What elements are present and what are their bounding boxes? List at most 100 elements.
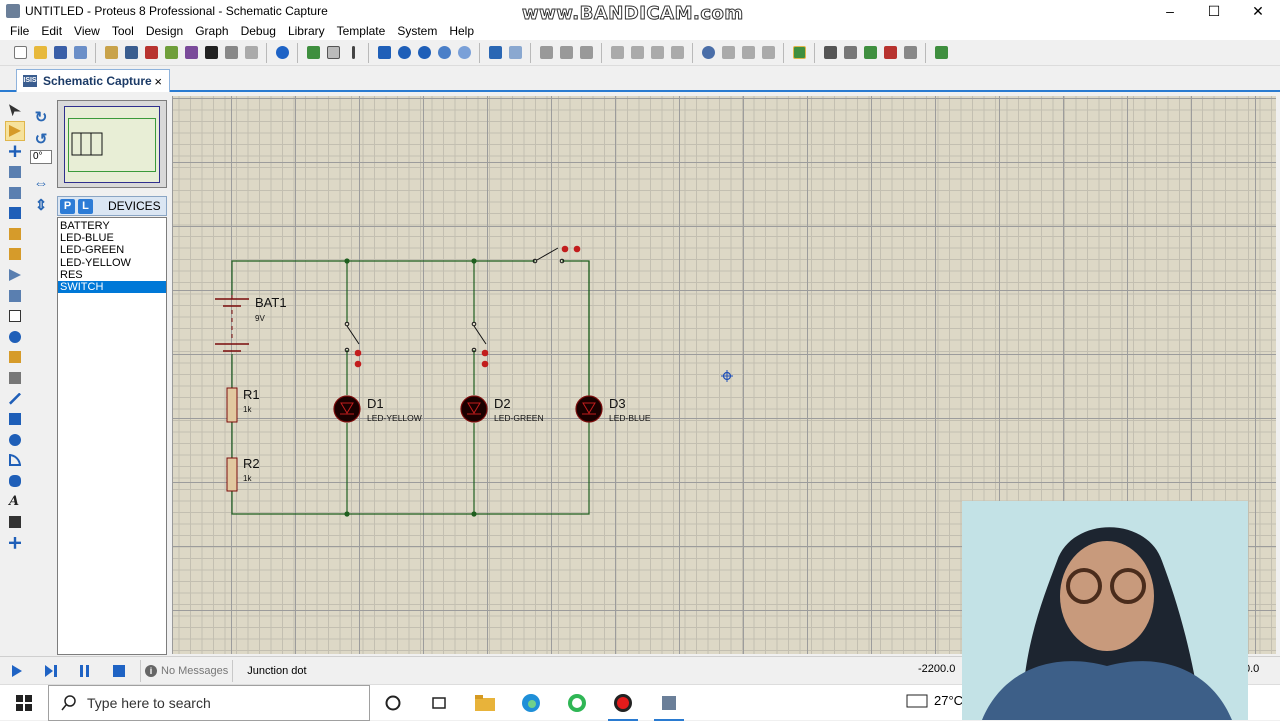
new-file-icon[interactable] <box>10 43 30 63</box>
device-pins-mode-icon[interactable] <box>5 265 25 286</box>
zoom-in-icon[interactable] <box>394 43 414 63</box>
voltage-probe-mode-icon[interactable] <box>5 347 25 368</box>
taskbar-search-box[interactable]: Type here to search <box>48 684 370 721</box>
menu-file[interactable]: File <box>4 24 35 38</box>
design-explorer-icon[interactable] <box>241 43 261 63</box>
grid-toggle-icon[interactable] <box>323 43 343 63</box>
new-sheet-icon[interactable] <box>860 43 880 63</box>
play-icon[interactable] <box>6 662 28 680</box>
home-icon[interactable] <box>101 43 121 63</box>
proteus-taskbar-icon[interactable] <box>646 685 692 721</box>
electrical-rule-check-icon[interactable] <box>931 43 951 63</box>
overview-window[interactable] <box>57 100 167 188</box>
make-device-icon[interactable] <box>718 43 738 63</box>
battery-bat1[interactable] <box>215 295 249 352</box>
device-item[interactable]: BATTERY <box>58 220 166 232</box>
resistor-r1[interactable] <box>226 387 238 423</box>
device-item-selected[interactable]: SWITCH <box>58 280 166 294</box>
junction-dot[interactable] <box>344 258 350 264</box>
search-tag-icon[interactable] <box>820 43 840 63</box>
menu-view[interactable]: View <box>68 24 106 38</box>
marker-tool-icon[interactable] <box>5 532 25 553</box>
weather-temperature[interactable]: 27°C <box>934 693 963 708</box>
block-delete-icon[interactable] <box>667 43 687 63</box>
junction-dot[interactable] <box>471 258 477 264</box>
mirror-horizontal-icon[interactable]: ⇔ <box>30 172 52 194</box>
origin-icon[interactable] <box>343 43 363 63</box>
menu-library[interactable]: Library <box>282 24 331 38</box>
maximize-button[interactable]: ☐ <box>1192 0 1236 22</box>
pause-icon[interactable] <box>74 662 96 680</box>
switch-2[interactable] <box>471 321 489 368</box>
close-tab-icon[interactable]: × <box>154 74 162 89</box>
packaging-tool-icon[interactable] <box>738 43 758 63</box>
rotation-angle-field[interactable]: 0° <box>30 150 52 164</box>
gerber-icon[interactable] <box>181 43 201 63</box>
network-icon[interactable] <box>906 694 928 708</box>
tape-recorder-mode-icon[interactable] <box>5 306 25 327</box>
property-assignment-icon[interactable] <box>840 43 860 63</box>
line-tool-icon[interactable] <box>5 388 25 409</box>
library-manager-button[interactable]: L <box>78 198 93 214</box>
pan-icon[interactable] <box>374 43 394 63</box>
bandicam-icon[interactable] <box>600 685 646 721</box>
menu-edit[interactable]: Edit <box>35 24 68 38</box>
block-copy-icon[interactable] <box>607 43 627 63</box>
pcb-icon[interactable] <box>141 43 161 63</box>
netlist-icon[interactable] <box>900 43 920 63</box>
menu-design[interactable]: Design <box>140 24 189 38</box>
device-item[interactable]: LED-BLUE <box>58 232 166 244</box>
messages-status[interactable]: No Messages <box>161 665 228 677</box>
menu-tool[interactable]: Tool <box>106 24 140 38</box>
led-d2[interactable] <box>460 395 488 423</box>
file-explorer-icon[interactable] <box>462 685 508 721</box>
stop-icon[interactable] <box>108 662 130 680</box>
block-rotate-icon[interactable] <box>647 43 667 63</box>
wire-label-mode-icon[interactable] <box>5 162 25 183</box>
arc-tool-icon[interactable] <box>5 450 25 471</box>
symbol-tool-icon[interactable] <box>5 512 25 533</box>
whatsapp-icon[interactable] <box>554 685 600 721</box>
generator-mode-icon[interactable] <box>5 327 25 348</box>
text-tool-icon[interactable]: A <box>5 491 25 512</box>
redo-icon[interactable] <box>505 43 525 63</box>
source-code-icon[interactable] <box>221 43 241 63</box>
close-window-button[interactable]: ✕ <box>1236 0 1280 22</box>
remove-sheet-icon[interactable] <box>880 43 900 63</box>
led-d1[interactable] <box>333 395 361 423</box>
menu-help[interactable]: Help <box>443 24 480 38</box>
3d-view-icon[interactable] <box>161 43 181 63</box>
wire-autorouter-icon[interactable] <box>789 43 809 63</box>
copy-icon[interactable] <box>556 43 576 63</box>
menu-system[interactable]: System <box>391 24 443 38</box>
subcircuit-mode-icon[interactable] <box>5 224 25 245</box>
device-item[interactable]: LED-YELLOW <box>58 257 166 269</box>
windows-start-icon[interactable] <box>0 685 48 721</box>
junction-dot[interactable] <box>344 511 350 517</box>
save-icon[interactable] <box>50 43 70 63</box>
circle-tool-icon[interactable] <box>5 430 25 451</box>
decompose-icon[interactable] <box>758 43 778 63</box>
pick-device-icon[interactable] <box>698 43 718 63</box>
zoom-area-icon[interactable] <box>454 43 474 63</box>
open-folder-icon[interactable] <box>30 43 50 63</box>
box-tool-icon[interactable] <box>5 409 25 430</box>
menu-debug[interactable]: Debug <box>235 24 282 38</box>
path-tool-icon[interactable] <box>5 471 25 492</box>
cut-icon[interactable] <box>536 43 556 63</box>
pick-devices-button[interactable]: P <box>60 198 75 214</box>
edge-browser-icon[interactable] <box>508 685 554 721</box>
cortana-icon[interactable] <box>370 685 416 721</box>
buses-mode-icon[interactable] <box>5 203 25 224</box>
rotate-anticlockwise-icon[interactable]: ↺ <box>30 128 52 150</box>
virtual-instruments-mode-icon[interactable] <box>5 368 25 389</box>
rotate-clockwise-icon[interactable]: ↻ <box>30 106 52 128</box>
tab-schematic-capture[interactable]: ISIS Schematic Capture × <box>16 69 170 92</box>
task-view-icon[interactable] <box>416 685 462 721</box>
junction-dot[interactable] <box>471 511 477 517</box>
mirror-vertical-icon[interactable]: ⇕ <box>30 194 52 216</box>
resistor-r2[interactable] <box>226 457 238 492</box>
terminals-mode-icon[interactable] <box>5 244 25 265</box>
component-mode-icon[interactable] <box>5 120 25 142</box>
block-move-icon[interactable] <box>627 43 647 63</box>
